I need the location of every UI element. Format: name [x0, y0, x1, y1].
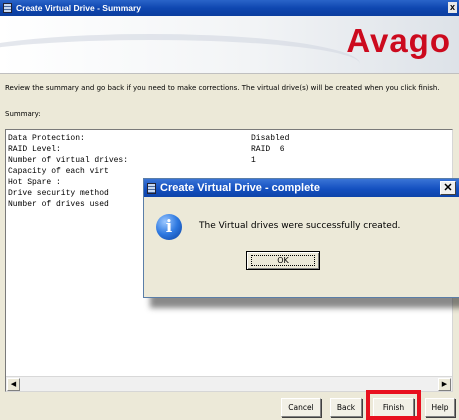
instructions-text: Review the summary and go back if you ne…: [5, 84, 440, 92]
brand-banner: Avago: [0, 16, 459, 74]
summary-key: RAID Level:: [8, 145, 61, 154]
scroll-left-arrow-icon[interactable]: ◀: [7, 378, 20, 391]
help-button[interactable]: Help: [425, 398, 455, 417]
dialog-message: The Virtual drives were successfully cre…: [199, 221, 401, 231]
window-title: Create Virtual Drive - Summary: [16, 3, 142, 13]
banner-swoosh: [0, 34, 360, 73]
ok-button[interactable]: OK: [246, 251, 320, 270]
summary-row: Number of virtual drives: 1: [6, 155, 446, 166]
complete-dialog: Create Virtual Drive - complete ✕ i The …: [143, 178, 459, 298]
dialog-close-icon[interactable]: ✕: [440, 181, 456, 195]
finish-highlight-box: [366, 390, 421, 420]
dialog-app-icon: [147, 182, 156, 194]
ok-button-label: OK: [277, 256, 289, 265]
dialog-title: Create Virtual Drive - complete: [160, 182, 320, 194]
window-close-icon[interactable]: x: [448, 2, 457, 13]
back-button[interactable]: Back: [330, 398, 362, 417]
summary-key: Number of virtual drives:: [8, 156, 129, 165]
summary-value: 1: [251, 156, 256, 165]
summary-row: Capacity of each virt: [6, 166, 446, 177]
cancel-button[interactable]: Cancel: [281, 398, 321, 417]
scroll-right-arrow-icon[interactable]: ▶: [438, 378, 451, 391]
summary-key: Capacity of each virt: [8, 167, 109, 176]
summary-value: Disabled: [251, 134, 290, 143]
summary-key: Data Protection:: [8, 134, 85, 143]
summary-key: Hot Spare :: [8, 178, 61, 187]
horizontal-scrollbar[interactable]: ◀ ▶: [6, 376, 452, 391]
summary-label: Summary:: [5, 110, 41, 118]
avago-logo: Avago: [346, 22, 451, 59]
summary-key: Number of drives used: [8, 200, 109, 209]
summary-row: RAID Level: RAID 6: [6, 144, 446, 155]
summary-value: RAID 6: [251, 145, 285, 154]
dialog-title-bar: Create Virtual Drive - complete ✕: [144, 179, 459, 197]
window-title-bar: Create Virtual Drive - Summary x: [0, 0, 459, 16]
app-icon: [3, 3, 12, 13]
summary-key: Drive security method: [8, 189, 109, 198]
info-icon: i: [156, 214, 182, 240]
summary-row: Data Protection: Disabled: [6, 133, 446, 144]
